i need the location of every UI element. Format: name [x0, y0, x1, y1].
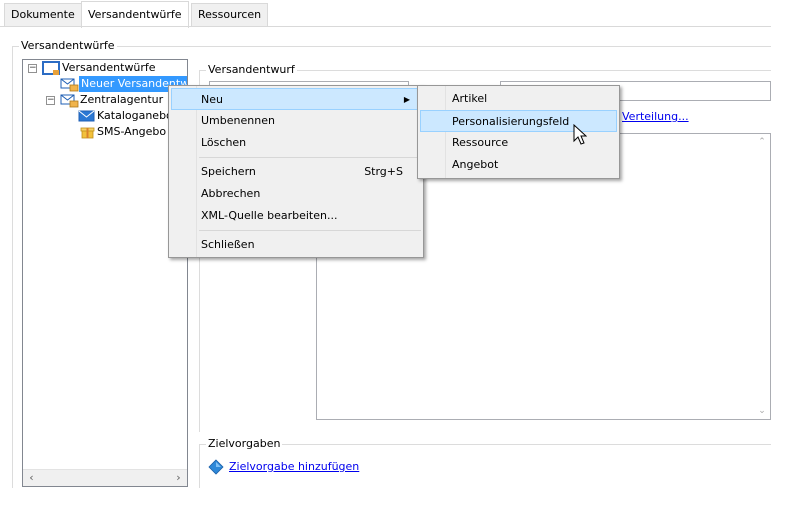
folder-icon [42, 61, 60, 75]
scroll-left-icon[interactable]: ‹ [23, 470, 40, 486]
menu-item-schliessen[interactable]: Schließen [171, 234, 421, 256]
menu-item-shortcut: Strg+S [364, 165, 403, 178]
tree-item-katalogangebot[interactable]: Kataloganebo [97, 108, 173, 124]
menu-item-label: Angebot [452, 158, 499, 171]
content-vertical-scrollbar[interactable]: ⌃ ⌄ [754, 134, 770, 419]
tab-dokumente[interactable]: Dokumente [4, 3, 82, 27]
menu-item-label: Schließen [201, 238, 255, 251]
collapse-icon[interactable]: − [46, 96, 55, 105]
menu-item-label: Personalisierungsfeld [452, 115, 570, 128]
scroll-up-icon[interactable]: ⌃ [754, 137, 770, 147]
menu-item-label: Ressource [452, 136, 509, 149]
scroll-down-icon[interactable]: ⌄ [754, 406, 770, 416]
email-icon [78, 110, 95, 122]
cursor-arrow-icon [573, 124, 587, 145]
targets-group-legend: Zielvorgaben [206, 437, 283, 450]
gift-icon [80, 127, 95, 139]
tree-view[interactable]: − Versandentwürfe Neuer Versandentwu − Z… [22, 59, 188, 487]
menu-item-label: Löschen [201, 136, 247, 149]
delivery-icon [60, 94, 79, 108]
collapse-icon[interactable]: − [28, 64, 37, 73]
submenu-item-artikel[interactable]: Artikel [420, 88, 617, 110]
submenu: Artikel Personalisierungsfeld Ressource … [417, 85, 620, 179]
menu-item-speichern[interactable]: Speichern Strg+S [171, 161, 421, 183]
menu-item-loeschen[interactable]: Löschen [171, 132, 421, 154]
menu-item-label: XML-Quelle bearbeiten... [201, 209, 338, 222]
tab-divider [0, 26, 771, 27]
menu-item-label: Neu [201, 93, 223, 106]
submenu-item-personalisierungsfeld[interactable]: Personalisierungsfeld [420, 110, 617, 132]
menu-item-label: Umbenennen [201, 114, 275, 127]
tab-versandentwuerfe[interactable]: Versandentwürfe [81, 1, 189, 28]
tab-ressourcen[interactable]: Ressourcen [191, 3, 269, 27]
tab-bar: Dokumente Versandentwürfe Ressourcen [0, 0, 791, 28]
menu-item-umbenennen[interactable]: Umbenennen [171, 110, 421, 132]
context-menu: Neu ▶ Umbenennen Löschen Speichern Strg+… [168, 85, 424, 258]
tree-item-root[interactable]: Versandentwürfe [62, 60, 156, 76]
menu-item-neu[interactable]: Neu ▶ [171, 88, 421, 110]
submenu-item-angebot[interactable]: Angebot [420, 154, 617, 176]
outer-group-legend: Versandentwürfe [19, 39, 117, 52]
menu-item-abbrechen[interactable]: Abbrechen [171, 183, 421, 205]
menu-item-label: Abbrechen [201, 187, 261, 200]
tree-horizontal-scrollbar[interactable]: ‹ › [23, 469, 187, 486]
add-target-link[interactable]: Zielvorgabe hinzufügen [229, 460, 359, 473]
distribution-link[interactable]: Verteilung... [622, 110, 689, 123]
menu-item-label: Speichern [201, 165, 256, 178]
submenu-arrow-icon: ▶ [403, 95, 410, 104]
detail-group-legend: Versandentwurf [206, 63, 297, 76]
delivery-icon [60, 78, 79, 92]
menu-separator [199, 157, 421, 158]
tree-item-sms-angebot[interactable]: SMS-Angebo [97, 124, 166, 140]
submenu-item-ressource[interactable]: Ressource [420, 132, 617, 154]
menu-separator [199, 230, 421, 231]
add-target-icon [208, 459, 224, 475]
menu-item-label: Artikel [452, 92, 488, 105]
menu-item-xml-quelle[interactable]: XML-Quelle bearbeiten... [171, 205, 421, 227]
scroll-right-icon[interactable]: › [170, 470, 187, 486]
tree-item-zentralagentur[interactable]: Zentralagentur [80, 92, 163, 108]
